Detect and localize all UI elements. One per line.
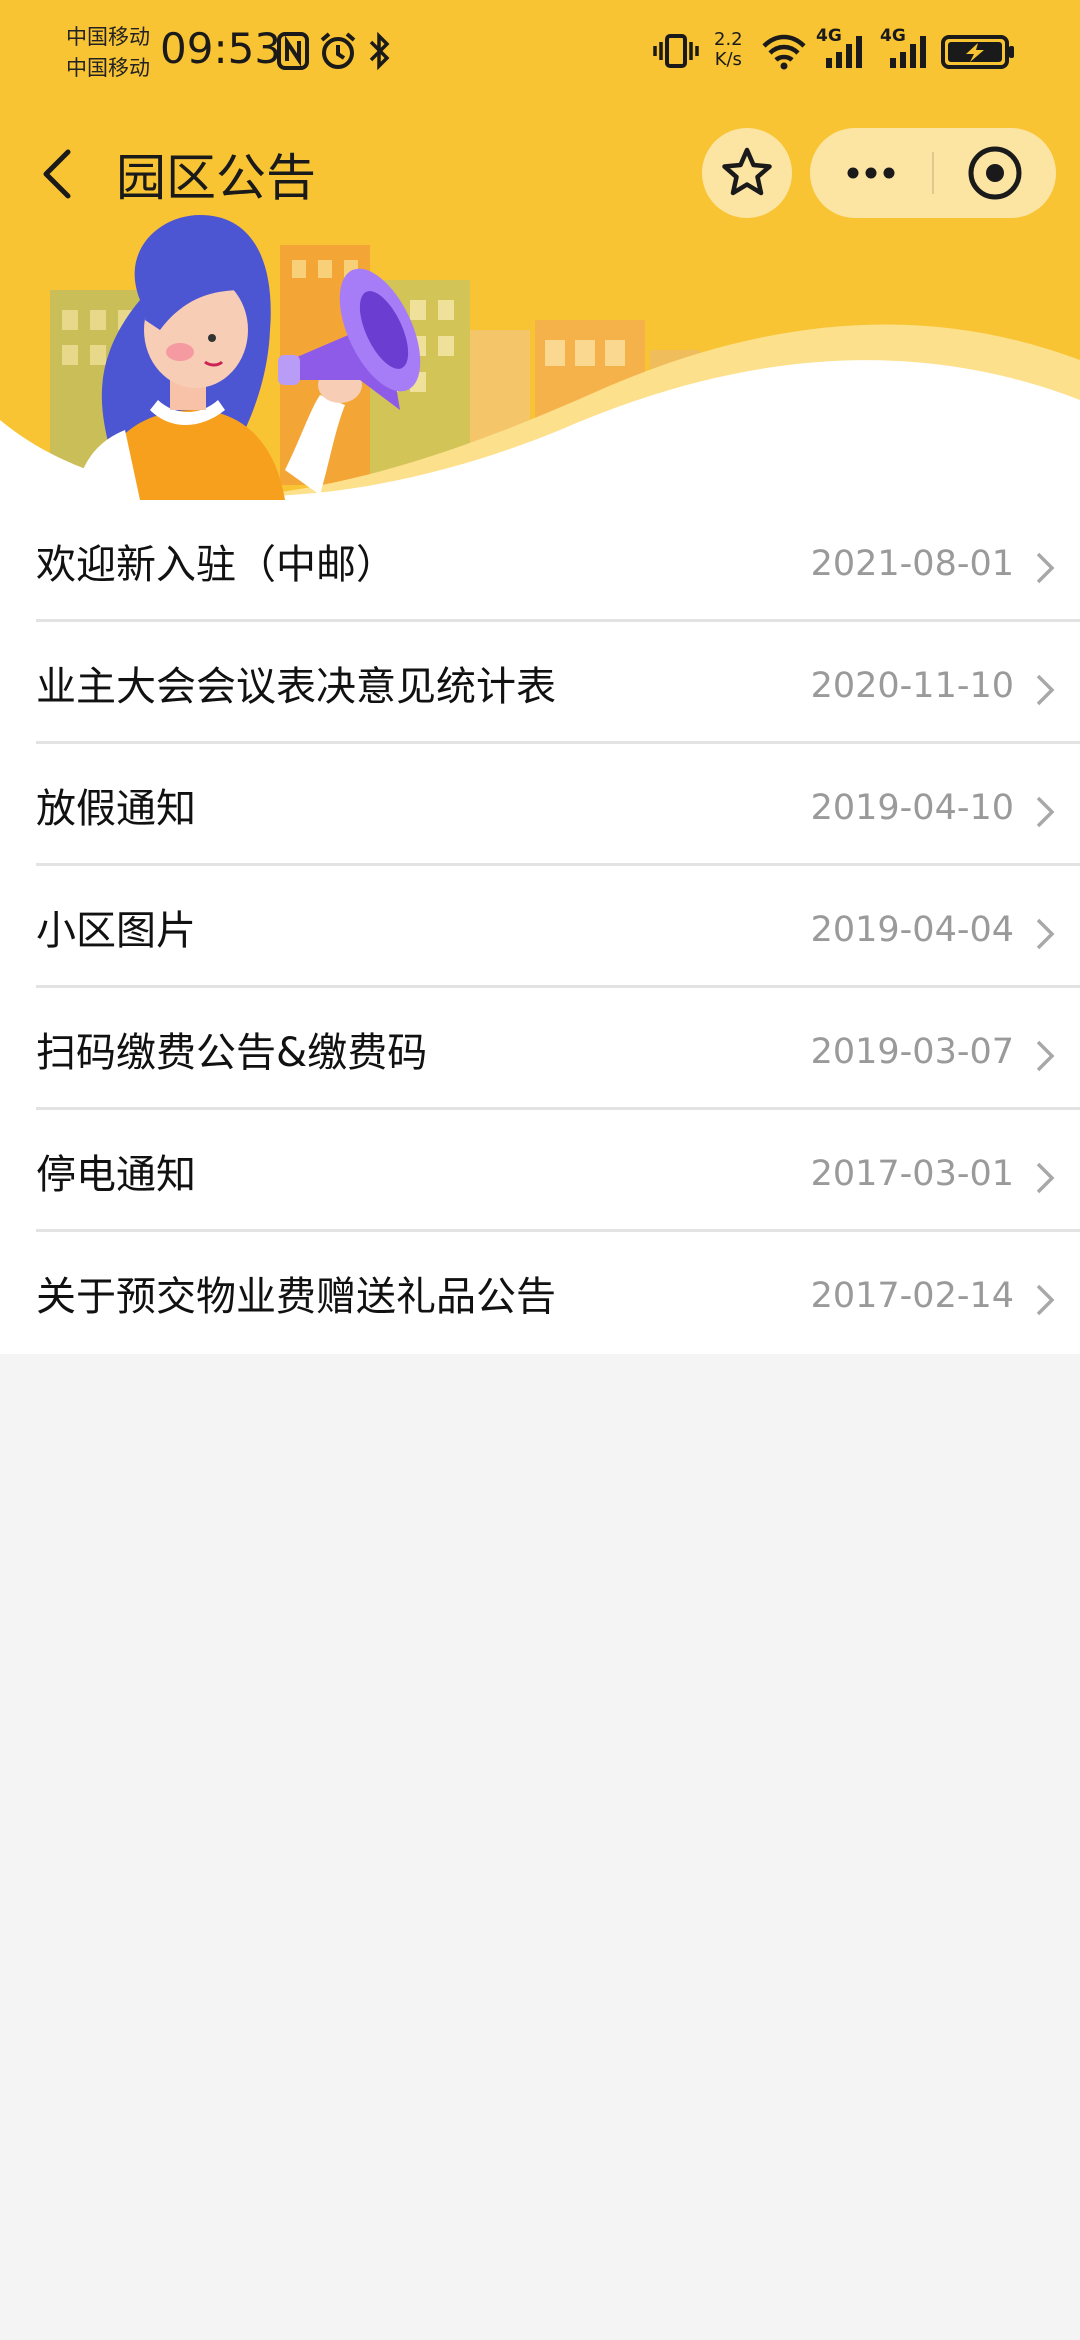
carrier-info: 中国移动 中国移动 bbox=[66, 22, 150, 84]
list-item[interactable]: 放假通知 2019-04-10 bbox=[0, 744, 1080, 866]
announcement-title: 扫码缴费公告&缴费码 bbox=[36, 1030, 428, 1076]
back-arrow-icon bbox=[43, 149, 71, 199]
target-close-icon bbox=[968, 146, 1022, 200]
alarm-icon bbox=[320, 32, 356, 69]
star-icon bbox=[722, 147, 772, 196]
more-dots-icon bbox=[847, 167, 895, 179]
announcement-date: 2019-03-07 bbox=[810, 1032, 1014, 1072]
status-bar: 中国移动 中国移动 09:53 2.2 K/s 4G 4G bbox=[0, 0, 1080, 100]
announcement-date: 2019-04-04 bbox=[810, 910, 1014, 950]
announcement-title: 小区图片 bbox=[36, 908, 196, 954]
chevron-right-icon bbox=[1036, 1162, 1055, 1194]
announcement-date: 2017-02-14 bbox=[810, 1276, 1014, 1316]
chevron-right-icon bbox=[1036, 796, 1055, 828]
more-button[interactable] bbox=[810, 128, 932, 218]
announcement-title: 关于预交物业费赠送礼品公告 bbox=[36, 1274, 556, 1320]
net-speed: 2.2 K/s bbox=[714, 30, 743, 70]
announcement-title: 放假通知 bbox=[36, 786, 196, 832]
list-item[interactable]: 关于预交物业费赠送礼品公告 2017-02-14 bbox=[0, 1232, 1080, 1354]
status-time: 09:53 bbox=[160, 24, 282, 73]
list-item[interactable]: 扫码缴费公告&缴费码 2019-03-07 bbox=[0, 988, 1080, 1110]
list-item[interactable]: 小区图片 2019-04-04 bbox=[0, 866, 1080, 988]
nfc-icon bbox=[277, 32, 309, 70]
announcement-date: 2017-03-01 bbox=[810, 1154, 1014, 1194]
close-mini-program-button[interactable] bbox=[934, 128, 1056, 218]
chevron-right-icon bbox=[1036, 674, 1055, 706]
announcement-date: 2021-08-01 bbox=[810, 544, 1014, 584]
bluetooth-icon bbox=[369, 31, 390, 71]
announcement-list: 欢迎新入驻（中邮） 2021-08-01 业主大会会议表决意见统计表 2020-… bbox=[0, 500, 1080, 1354]
announcement-date: 2019-04-10 bbox=[810, 788, 1014, 828]
announcement-title: 欢迎新入驻（中邮） bbox=[36, 542, 396, 588]
carrier-2: 中国移动 bbox=[66, 56, 150, 80]
battery-charging-icon bbox=[941, 35, 1014, 69]
back-button[interactable] bbox=[30, 140, 90, 208]
list-item[interactable]: 业主大会会议表决意见统计表 2020-11-10 bbox=[0, 622, 1080, 744]
list-item[interactable]: 欢迎新入驻（中邮） 2021-08-01 bbox=[0, 500, 1080, 622]
announcement-title: 停电通知 bbox=[36, 1152, 196, 1198]
chevron-right-icon bbox=[1036, 918, 1055, 950]
chevron-right-icon bbox=[1036, 1040, 1055, 1072]
signal-icon bbox=[826, 36, 862, 68]
net-speed-unit: K/s bbox=[714, 49, 742, 70]
vibrate-icon bbox=[653, 34, 699, 68]
signal-icon-2 bbox=[890, 36, 926, 68]
list-item[interactable]: 停电通知 2017-03-01 bbox=[0, 1110, 1080, 1232]
announcement-title: 业主大会会议表决意见统计表 bbox=[36, 664, 556, 710]
net-speed-value: 2.2 bbox=[714, 29, 743, 50]
announcement-date: 2020-11-10 bbox=[810, 666, 1014, 706]
wifi-icon bbox=[762, 34, 806, 70]
page-title: 园区公告 bbox=[116, 149, 316, 207]
mini-program-capsule bbox=[810, 128, 1056, 218]
chevron-right-icon bbox=[1036, 1284, 1055, 1316]
carrier-1: 中国移动 bbox=[66, 25, 150, 49]
favorite-button[interactable] bbox=[702, 128, 792, 218]
chevron-right-icon bbox=[1036, 552, 1055, 584]
